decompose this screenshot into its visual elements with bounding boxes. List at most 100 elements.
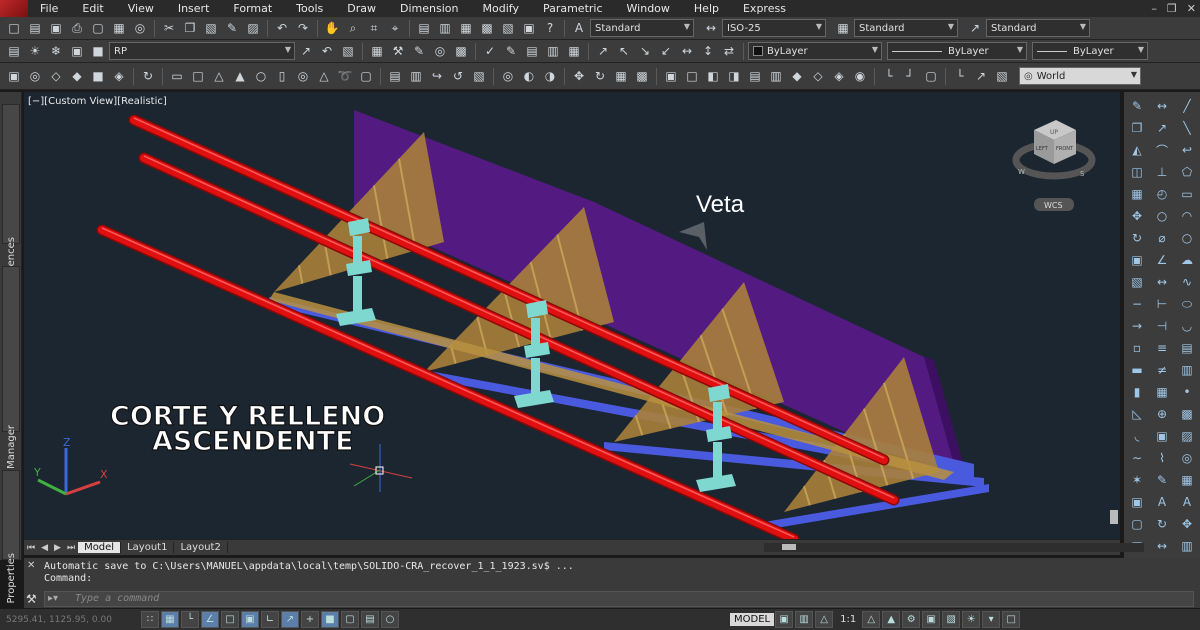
gradient-icon[interactable]: ▨ xyxy=(1176,426,1198,446)
close-icon[interactable]: ✕ xyxy=(1187,0,1196,17)
loft-icon[interactable]: ▧ xyxy=(469,67,489,86)
next-layout-icon[interactable]: ▶ xyxy=(51,543,64,553)
quick-view-layouts-icon[interactable]: ▣ xyxy=(775,611,794,628)
view-se-iso-icon[interactable]: ◇ xyxy=(808,67,828,86)
quick-dim-icon[interactable]: ↔ xyxy=(1151,272,1173,292)
explode-icon[interactable]: ✶ xyxy=(1126,470,1148,490)
menu-format[interactable]: Format xyxy=(221,0,284,17)
vertical-scrollbar[interactable] xyxy=(1110,510,1118,524)
point-icon[interactable]: • xyxy=(1176,382,1198,402)
diameter-dim-icon[interactable]: ⌀ xyxy=(1151,228,1173,248)
ucs-object-icon[interactable]: ▧ xyxy=(992,67,1012,86)
union-icon[interactable]: ◎ xyxy=(498,67,518,86)
helix-icon[interactable]: ➰ xyxy=(335,67,355,86)
extend-icon[interactable]: → xyxy=(1126,316,1148,336)
polar-tracking-icon[interactable]: ∠ xyxy=(201,611,219,628)
subtract-icon[interactable]: ◐ xyxy=(519,67,539,86)
join-icon[interactable]: ▮ xyxy=(1126,382,1148,402)
wedge-icon[interactable]: △ xyxy=(209,67,229,86)
selection-cycling-icon[interactable]: ○ xyxy=(381,611,399,628)
torus-icon[interactable]: ◎ xyxy=(293,67,313,86)
minimize-icon[interactable]: – xyxy=(1151,0,1157,17)
polyline-icon[interactable]: ↩ xyxy=(1176,140,1198,160)
new-file-icon[interactable]: □ xyxy=(4,19,24,38)
linetype-combo[interactable]: ByLayer ▼ xyxy=(887,42,1027,60)
quick-view-drawings-icon[interactable]: ▥ xyxy=(795,611,814,628)
angular-dim-icon[interactable]: ∠ xyxy=(1151,250,1173,270)
center-mark-icon[interactable]: ⊕ xyxy=(1151,404,1173,424)
view-ne-iso-icon[interactable]: ◈ xyxy=(829,67,849,86)
conceptual-icon[interactable]: ■ xyxy=(88,67,108,86)
aligned-dim-icon[interactable]: ↗ xyxy=(1151,118,1173,138)
zoom-previous-icon[interactable]: ⌖ xyxy=(385,19,405,38)
view-sw-iso-icon[interactable]: ◆ xyxy=(787,67,807,86)
blend-curves-icon[interactable]: ∼ xyxy=(1126,448,1148,468)
snap-mode-icon[interactable]: ∷ xyxy=(141,611,159,628)
auto-scale-icon[interactable]: ▲ xyxy=(882,611,901,628)
realistic-icon[interactable]: ◈ xyxy=(109,67,129,86)
3d-dwf-icon[interactable]: ◎ xyxy=(130,19,150,38)
dim-update-icon[interactable]: ↻ xyxy=(1151,514,1173,534)
workspace-switching-icon[interactable]: ⚙ xyxy=(902,611,921,628)
isolate-objects-icon[interactable]: ☀ xyxy=(962,611,981,628)
osnap-icon[interactable]: □ xyxy=(221,611,239,628)
chamfer-icon[interactable]: ◺ xyxy=(1126,404,1148,424)
view-right-icon[interactable]: ◨ xyxy=(724,67,744,86)
menu-file[interactable]: File xyxy=(28,0,70,17)
status-menu-icon[interactable]: ▾ xyxy=(982,611,1001,628)
layer-tool-16-icon[interactable]: ↕ xyxy=(698,42,718,61)
mirror-icon[interactable]: ◭ xyxy=(1126,140,1148,160)
erase-icon[interactable]: ✎ xyxy=(1126,96,1148,116)
table-icon[interactable]: ▦ xyxy=(1176,470,1198,490)
coordinates-readout[interactable]: 5295.41, 1125.95, 0.00 xyxy=(0,615,140,625)
pyramid-icon[interactable]: △ xyxy=(314,67,334,86)
ucs-icon[interactable]: ▣ xyxy=(4,67,24,86)
ellipse-arc-icon[interactable]: ◡ xyxy=(1176,316,1198,336)
ducs-icon[interactable]: ↗ xyxy=(281,611,299,628)
menu-insert[interactable]: Insert xyxy=(166,0,222,17)
3d-array-icon[interactable]: ▩ xyxy=(632,67,652,86)
design-center-icon[interactable]: ▥ xyxy=(435,19,455,38)
markup-icon[interactable]: ▧ xyxy=(498,19,518,38)
lineweight-combo[interactable]: ByLayer ▼ xyxy=(1032,42,1148,60)
dim-style-icon[interactable]: ↔ xyxy=(701,19,721,38)
arc-icon[interactable]: ◠ xyxy=(1176,206,1198,226)
jogged-dim-icon[interactable]: ○ xyxy=(1151,206,1173,226)
arc-length-icon[interactable]: ⌒ xyxy=(1151,140,1173,160)
ucs-world-icon[interactable]: └ xyxy=(879,67,899,86)
tolerance-icon[interactable]: ▦ xyxy=(1151,382,1173,402)
external-references-tab[interactable]: External References xyxy=(2,104,20,337)
publish-icon[interactable]: ▦ xyxy=(109,19,129,38)
wireframe-icon[interactable]: ◇ xyxy=(46,67,66,86)
view-bottom-icon[interactable]: □ xyxy=(682,67,702,86)
orbit-icon[interactable]: ↻ xyxy=(138,67,158,86)
view-nw-iso-icon[interactable]: ◉ xyxy=(850,67,870,86)
view-left-icon[interactable]: ◧ xyxy=(703,67,723,86)
copy-icon[interactable]: ❐ xyxy=(180,19,200,38)
otrack-icon[interactable]: ∟ xyxy=(261,611,279,628)
layer-combo[interactable]: RP ▼ xyxy=(109,42,295,60)
move-icon[interactable]: ✥ xyxy=(1126,206,1148,226)
ucs-face-icon[interactable]: ▢ xyxy=(921,67,941,86)
cut-icon[interactable]: ✂ xyxy=(159,19,179,38)
pan-icon[interactable]: ✋ xyxy=(322,19,342,38)
sheet-set-icon[interactable]: ▩ xyxy=(477,19,497,38)
text-style-icon[interactable]: A xyxy=(569,19,589,38)
spline-icon[interactable]: ∿ xyxy=(1176,272,1198,292)
fillet-icon[interactable]: ◟ xyxy=(1126,426,1148,446)
rotate-icon[interactable]: ↻ xyxy=(1126,228,1148,248)
tool-palettes-icon[interactable]: ▦ xyxy=(456,19,476,38)
menu-help[interactable]: Help xyxy=(682,0,731,17)
break-at-point-icon[interactable]: ▫ xyxy=(1126,338,1148,358)
properties-icon[interactable]: ▤ xyxy=(414,19,434,38)
open-file-icon[interactable]: ▤ xyxy=(25,19,45,38)
draworder-front-icon[interactable]: ▣ xyxy=(1126,492,1148,512)
lineweight-icon[interactable]: ■ xyxy=(321,611,339,628)
layer-tool-7-icon[interactable]: ✎ xyxy=(501,42,521,61)
layer-previous-icon[interactable]: ↶ xyxy=(317,42,337,61)
multileader-style-combo[interactable]: Standard ▼ xyxy=(986,19,1090,37)
ucs-origin-icon[interactable]: └ xyxy=(950,67,970,86)
last-layout-icon[interactable]: ⏭ xyxy=(64,543,78,553)
draworder-below-icon[interactable]: ▥ xyxy=(1176,536,1198,556)
draworder-back-icon[interactable]: ▢ xyxy=(1126,514,1148,534)
